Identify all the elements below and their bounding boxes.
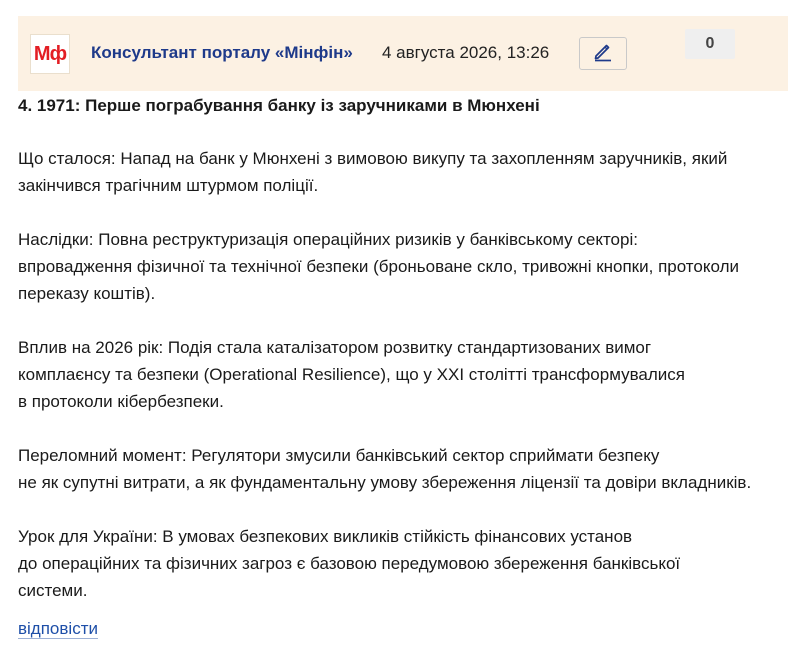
paragraph-consequences: Наслідки: Повна реструктуризація операці… [18,226,793,307]
text-line: в протоколи кібербезпеки. [18,392,224,411]
paragraph-turning-point: Переломний момент: Регулятори змусили ба… [18,442,793,496]
text-line: впровадження фізичної та технічної безпе… [18,257,739,276]
comment-date: 4 августа 2026, 13:26 [382,43,550,62]
text-line: Що сталося: Напад на банк у Мюнхені з ви… [18,149,728,168]
text-line: комплаєнсу та безпеки (Operational Resil… [18,365,685,384]
text-line: Наслідки: Повна реструктуризація операці… [18,230,638,249]
post-title: 4. 1971: Перше пограбування банку із зар… [18,96,540,115]
likes-counter[interactable]: 0 [685,29,735,59]
text-line: Урок для України: В умовах безпекових ви… [18,527,633,546]
text-line: Вплив на 2026 рік: Подія стала каталізат… [18,338,652,357]
minfin-logo: Мф [30,34,70,74]
paragraph-what-happened: Що сталося: Напад на банк у Мюнхені з ви… [18,145,793,199]
reply-link[interactable]: відповісти [18,619,98,639]
comment-body: 4. 1971: Перше пограбування банку із зар… [18,92,793,631]
text-line: системи. [18,581,88,600]
paragraph-lesson-ukraine: Урок для України: В умовах безпекових ви… [18,523,793,604]
text-line: закінчився трагічним штурмом поліції. [18,176,319,195]
text-line: до операційних та фізичних загроз є базо… [18,554,681,573]
text-line: не як супутні витрати, а як фундаменталь… [18,473,752,492]
comment-header: Мф Консультант порталу «Мінфін» 4 август… [18,16,788,91]
paragraph-impact-2026: Вплив на 2026 рік: Подія стала каталізат… [18,334,793,415]
text-line: Переломний момент: Регулятори змусили ба… [18,446,660,465]
pencil-icon [592,40,614,67]
author-name[interactable]: Консультант порталу «Мінфін» [91,43,353,63]
text-line: переказу коштів). [18,284,156,303]
edit-button[interactable] [579,37,627,70]
